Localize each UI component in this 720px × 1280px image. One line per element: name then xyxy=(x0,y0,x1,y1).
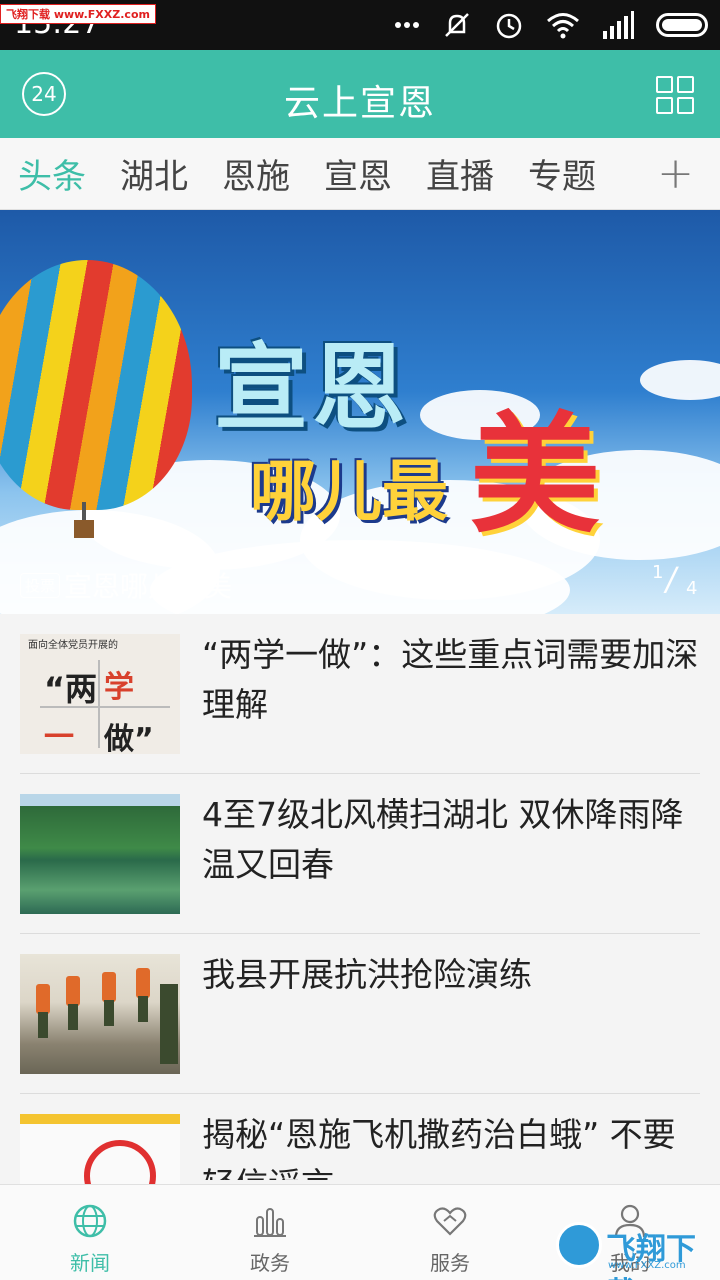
bar-chart-icon xyxy=(254,1208,286,1237)
pager-total: 4 xyxy=(686,578,698,599)
banner-title-accent: 美 xyxy=(470,399,601,551)
watermark-logo-icon xyxy=(556,1222,602,1268)
news-title: 4至7级北风横扫湖北 双休降雨降温又回春 xyxy=(202,795,684,884)
status-icons xyxy=(394,10,708,40)
grid-menu-icon[interactable] xyxy=(656,76,694,114)
news-item[interactable]: 4至7级北风横扫湖北 双休降雨降温又回春 xyxy=(20,774,700,934)
watermark-badge: 飞翔下载 www.FXXZ.com xyxy=(0,4,156,24)
vote-tag: 投票 xyxy=(20,572,61,598)
banner-caption-text: 宣恩哪儿最美 xyxy=(64,570,233,603)
heart-icon xyxy=(433,1207,467,1236)
status-bar: 15:27 飞翔下载 www.FXXZ.com xyxy=(0,0,720,50)
watermark-logo-url: www.FXXZ.com xyxy=(608,1260,686,1271)
pager-current: 1 xyxy=(652,562,664,583)
news-item[interactable]: 面向全体党员开展的 “两 学 一 做” “两学一做”：这些重点词需要加深理解 xyxy=(20,614,700,774)
signal-icon xyxy=(603,11,634,39)
tab-headlines[interactable]: 头条 xyxy=(18,149,86,198)
news-item[interactable]: 揭秘“恩施飞机撒药治白蛾” 不要轻信谣言 xyxy=(20,1094,700,1184)
news-title: 我县开展抗洪抢险演练 xyxy=(202,955,532,994)
nav-services[interactable]: 服务 xyxy=(360,1185,540,1280)
news-thumbnail xyxy=(20,794,180,914)
watermark-logo-text: 飞翔下载 xyxy=(606,1232,696,1280)
news-item[interactable]: 我县开展抗洪抢险演练 xyxy=(20,934,700,1094)
app-bar: 24 云上宣恩 xyxy=(0,50,720,138)
battery-icon xyxy=(656,13,708,37)
dots-icon xyxy=(395,22,419,28)
banner-title-line2: 哪儿最 xyxy=(250,453,448,530)
tab-hubei[interactable]: 湖北 xyxy=(120,149,188,198)
banner-caption: 投票 宣恩哪儿最美 xyxy=(20,565,232,605)
banner-pager: 1 / 4 xyxy=(652,560,698,599)
nav-label: 服务 xyxy=(430,1251,470,1275)
news-thumbnail xyxy=(20,954,180,1074)
globe-icon xyxy=(73,1204,107,1238)
nav-government[interactable]: 政务 xyxy=(180,1185,360,1280)
tab-topics[interactable]: 专题 xyxy=(528,149,596,198)
news-thumbnail xyxy=(20,1114,180,1184)
app-title: 云上宣恩 xyxy=(283,83,436,124)
add-channel-button[interactable]: + xyxy=(657,152,694,196)
tab-live[interactable]: 直播 xyxy=(426,149,494,198)
watermark-logo: 飞翔下载 www.FXXZ.com xyxy=(556,1218,712,1280)
nav-news[interactable]: 新闻 xyxy=(0,1185,180,1280)
tab-enshi[interactable]: 恩施 xyxy=(222,149,290,198)
news-title: “两学一做”：这些重点词需要加深理解 xyxy=(202,635,699,724)
banner-title-line1: 宣恩 xyxy=(214,334,411,443)
alarm-icon xyxy=(496,13,522,39)
nav-label: 新闻 xyxy=(70,1251,110,1275)
mute-icon xyxy=(445,13,469,37)
tab-xuanen[interactable]: 宣恩 xyxy=(324,149,392,198)
news-title: 揭秘“恩施飞机撒药治白蛾” 不要轻信谣言 xyxy=(202,1115,676,1180)
wifi-icon xyxy=(547,13,579,39)
nav-label: 政务 xyxy=(250,1251,290,1275)
featured-banner[interactable]: 宣恩 哪儿最 美 投票 宣恩哪儿最美 1 / 4 xyxy=(0,210,720,614)
hot-air-balloon-image xyxy=(0,260,192,510)
channel-tabs: 头条 湖北 恩施 宣恩 直播 专题 + xyxy=(0,138,720,210)
news-thumbnail: 面向全体党员开展的 “两 学 一 做” xyxy=(20,634,180,754)
